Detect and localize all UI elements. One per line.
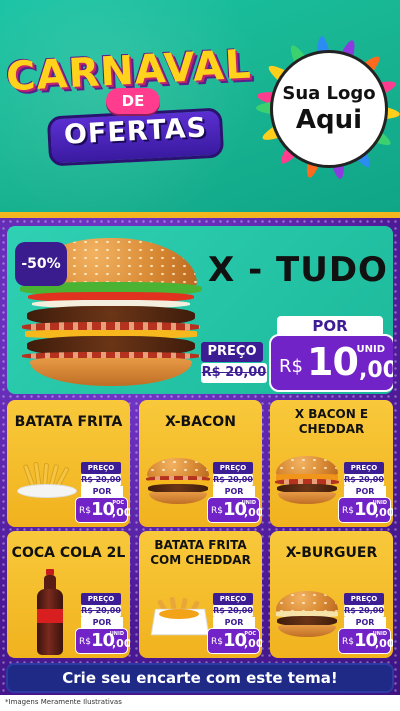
price-cents: ,00 — [375, 506, 393, 519]
price-cents: ,00 — [359, 358, 393, 383]
footer: *Imagens Meramente Ilustrativas — [0, 695, 400, 711]
unit-label: POC — [112, 500, 124, 506]
price-cents: ,00 — [244, 506, 262, 519]
product-name: COCA COLA 2L — [11, 545, 126, 561]
por-label: POR — [344, 486, 386, 497]
price-tag: R$ 10 ,00 POC — [207, 628, 262, 654]
x-bacon-image — [145, 458, 211, 504]
featured-price-tag: R$ 10 ,00 UNID — [269, 334, 393, 392]
logo-text-line2: Aqui — [295, 105, 363, 135]
currency-label: R$ — [342, 506, 354, 516]
product-name: BATATA FRITA — [14, 414, 123, 430]
carnaval-title: CARNAVAL OFERTAS DE — [5, 40, 253, 170]
preco-label: PREÇO — [344, 462, 384, 474]
price-cents: ,00 — [244, 637, 262, 650]
unit-label: POC — [244, 631, 256, 637]
old-price: R$ 20,00 — [344, 605, 384, 617]
unit-label: UNID — [372, 500, 387, 506]
price-tag: R$ 10 ,00 UNID — [338, 628, 393, 654]
x-burguer-image — [276, 591, 338, 637]
old-price: R$ 20,00 — [81, 605, 121, 617]
fries-image — [17, 461, 77, 498]
preco-label: PREÇO — [344, 593, 384, 605]
product-name: X-BURGUER — [285, 545, 378, 561]
currency-label: R$ — [211, 637, 223, 647]
currency-label: R$ — [279, 356, 303, 377]
price-tag: R$ 10 ,00 UNID — [338, 497, 393, 523]
price-cents: ,00 — [112, 506, 130, 519]
old-price: R$ 20,00 — [344, 474, 384, 486]
por-label: POR — [81, 617, 123, 628]
header-banner: CARNAVAL OFERTAS DE Sua Logo Aqui — [0, 0, 400, 212]
price-tag: R$ 10 ,00 UNID — [207, 497, 262, 523]
currency-label: R$ — [342, 637, 354, 647]
create-flyer-button[interactable]: Crie seu encarte com este tema! — [6, 663, 394, 693]
currency-label: R$ — [79, 506, 91, 516]
preco-label: PREÇO — [213, 593, 253, 605]
product-card-x-burguer[interactable]: X-BURGUER PREÇO R$ 20,00 POR R$ 10 ,00 U… — [270, 531, 393, 658]
unit-label: UNID — [356, 344, 385, 355]
unit-label: UNID — [372, 631, 387, 637]
product-card-batata-frita[interactable]: BATATA FRITA PREÇO R$ 20,00 POR R$ 10 ,0… — [7, 400, 130, 527]
coca-cola-bottle-image — [37, 569, 63, 655]
currency-label: R$ — [79, 637, 91, 647]
disclaimer-text: *Imagens Meramente Ilustrativas — [5, 698, 122, 706]
price-tag: R$ 10 ,00 UNID — [75, 628, 130, 654]
product-card-x-bacon-cheddar[interactable]: X BACON E CHEDDAR PREÇO R$ 20,00 POR R$ … — [270, 400, 393, 527]
price-cents: ,00 — [112, 637, 130, 650]
offers-section: -50% X - TUDO PREÇO R$ 20,00 POR R$ 10 ,… — [0, 218, 400, 711]
old-price-box: PREÇO R$ 20,00 — [201, 342, 267, 386]
por-label: POR — [81, 486, 123, 497]
logo-placeholder[interactable]: Sua Logo Aqui — [255, 35, 400, 181]
preco-label: PREÇO — [81, 462, 121, 474]
product-name: X BACON E CHEDDAR — [294, 407, 369, 436]
cheddar-fries-image — [150, 595, 210, 636]
x-bacon-cheddar-image — [274, 456, 340, 504]
discount-badge: -50% — [15, 242, 67, 286]
product-name: BATATA FRITA COM CHEDDAR — [150, 538, 251, 567]
logo-text-line1: Sua Logo — [282, 83, 376, 104]
por-label: POR — [213, 486, 255, 497]
preco-label: PREÇO — [81, 593, 121, 605]
product-name: X-BACON — [165, 414, 236, 430]
price-tag: R$ 10 ,00 POC — [75, 497, 130, 523]
por-label: POR — [277, 316, 383, 336]
price-cents: ,00 — [375, 637, 393, 650]
preco-label: PREÇO — [201, 342, 263, 362]
title-de: DE — [106, 88, 160, 114]
por-label: POR — [213, 617, 255, 628]
por-label: POR — [344, 617, 386, 628]
price-integer: 10 — [91, 499, 115, 520]
price-integer: 10 — [223, 630, 247, 651]
old-price: R$ 20,00 — [213, 605, 253, 617]
old-price: R$ 20,00 — [213, 474, 253, 486]
logo-circle: Sua Logo Aqui — [270, 50, 388, 168]
old-price: R$ 20,00 — [81, 474, 121, 486]
featured-product-card[interactable]: -50% X - TUDO PREÇO R$ 20,00 POR R$ 10 ,… — [7, 226, 393, 394]
price-integer: 10 — [307, 340, 359, 384]
unit-label: UNID — [241, 500, 256, 506]
preco-label: PREÇO — [213, 462, 253, 474]
product-card-x-bacon[interactable]: X-BACON PREÇO R$ 20,00 POR R$ 10 ,00 UNI… — [139, 400, 262, 527]
old-price: R$ 20,00 — [201, 363, 267, 383]
unit-label: UNID — [109, 631, 124, 637]
currency-label: R$ — [211, 506, 223, 516]
product-card-batata-cheddar[interactable]: BATATA FRITA COM CHEDDAR PREÇO R$ 20,00 … — [139, 531, 262, 658]
product-card-coca-cola[interactable]: COCA COLA 2L PREÇO R$ 20,00 POR R$ 10 ,0… — [7, 531, 130, 658]
featured-product-name: X - TUDO — [208, 250, 388, 290]
